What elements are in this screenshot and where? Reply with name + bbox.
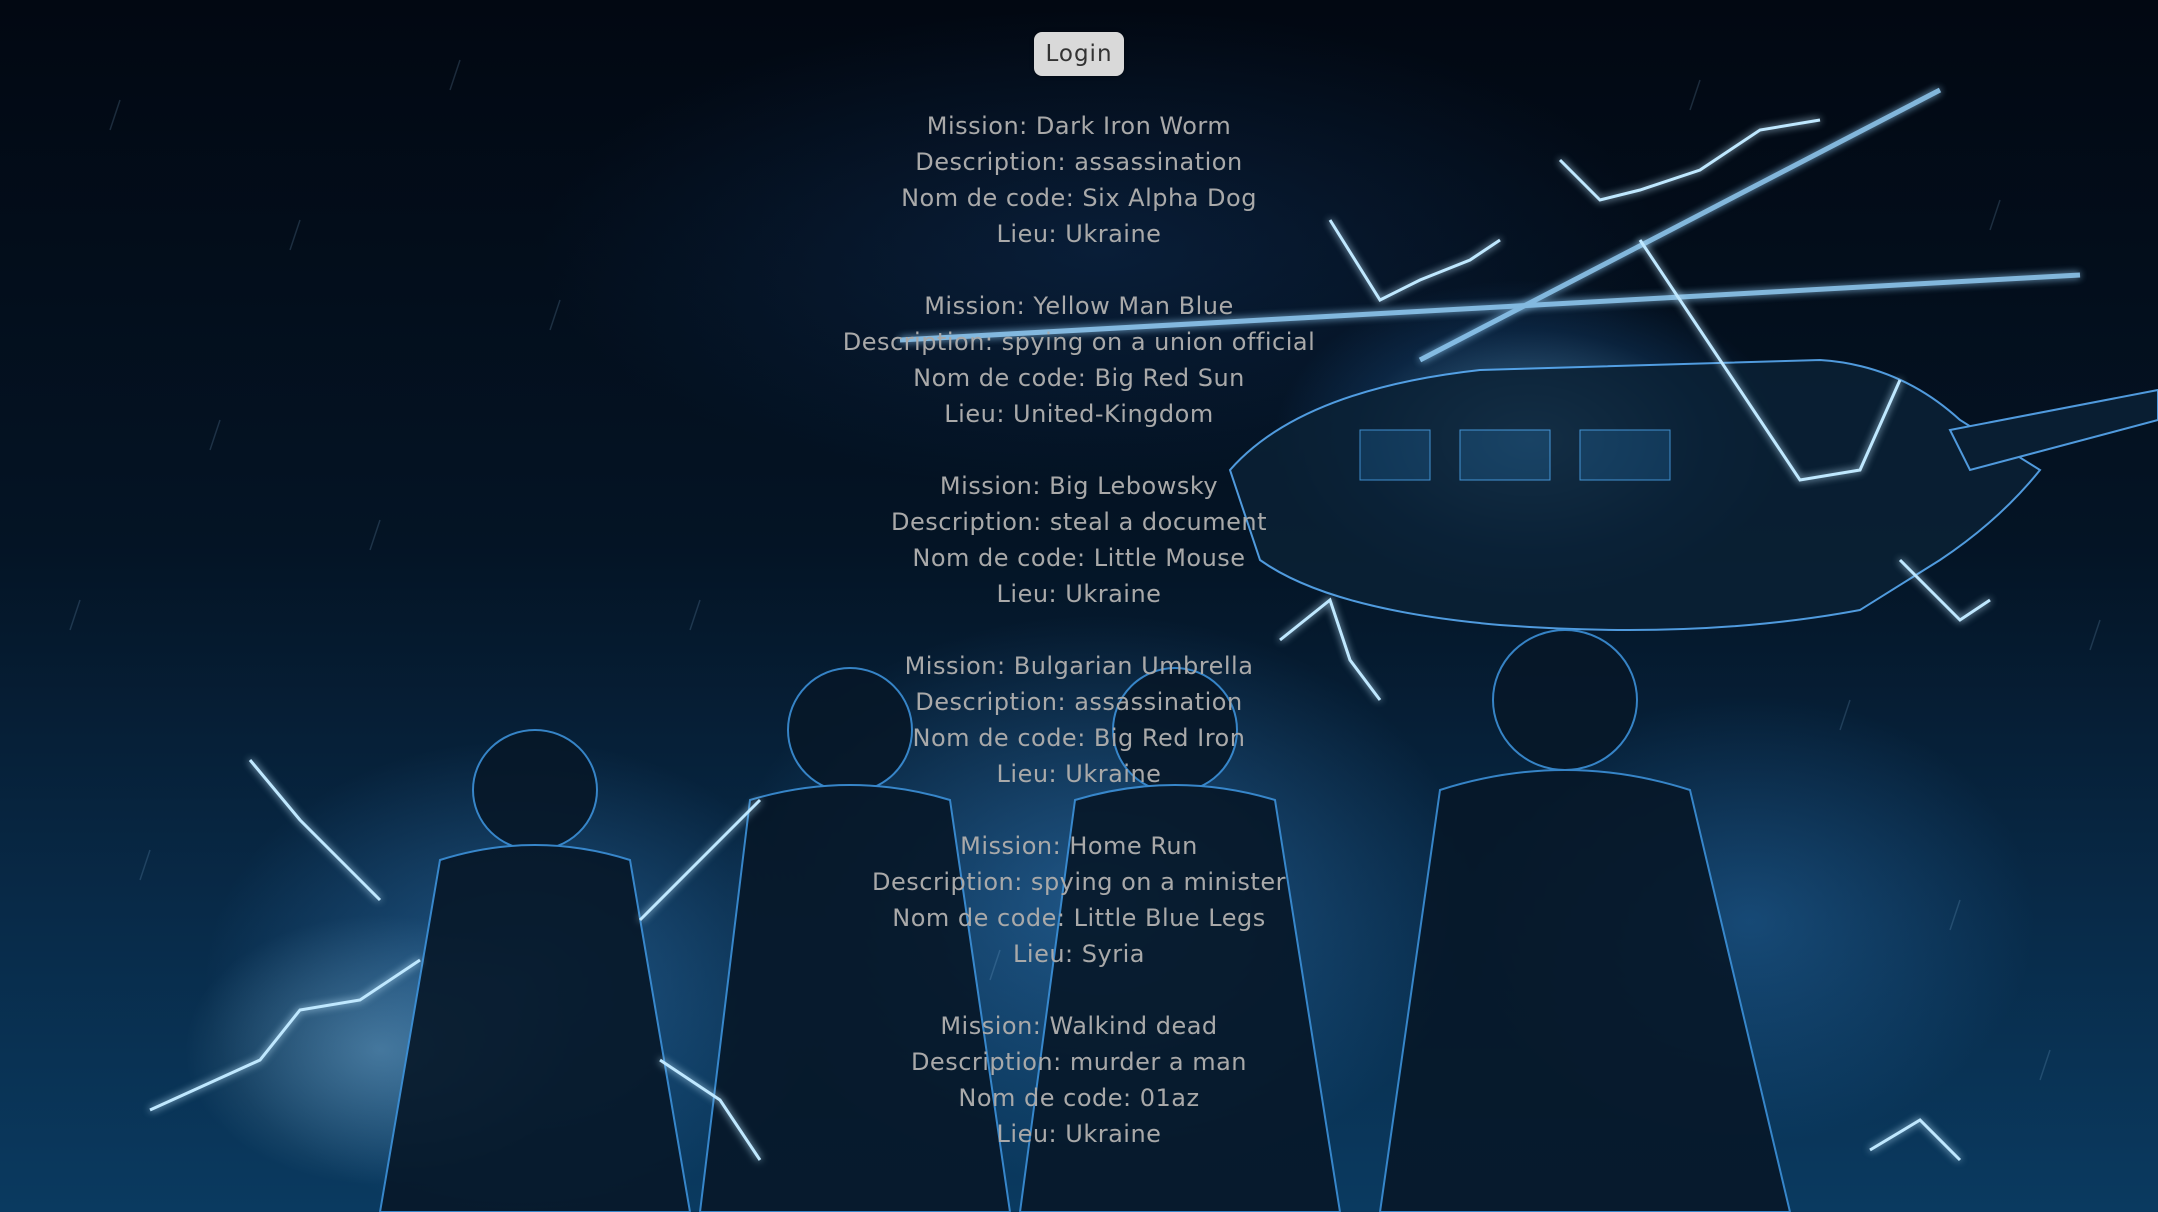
mission-description: Description: steal a document [890,508,1267,536]
mission-location: Lieu: Ukraine [996,760,1162,788]
mission-location: Lieu: Ukraine [996,220,1162,248]
mission-location: Lieu: Syria [1013,940,1145,968]
mission-item: Mission: Bulgarian Umbrella Description:… [0,648,2158,792]
mission-name: Mission: Walkind dead [940,1012,1218,1040]
mission-description: Description: spying on a minister [872,868,1286,896]
mission-item: Mission: Dark Iron Worm Description: ass… [0,108,2158,252]
mission-location: Lieu: United-Kingdom [944,400,1214,428]
mission-item: Mission: Big Lebowsky Description: steal… [0,468,2158,612]
mission-list: Mission: Dark Iron Worm Description: ass… [0,108,2158,1188]
mission-item: Mission: Yellow Man Blue Description: sp… [0,288,2158,432]
mission-location: Lieu: Ukraine [996,1120,1162,1148]
mission-description: Description: assassination [915,688,1243,716]
mission-codename: Nom de code: Six Alpha Dog [901,184,1257,212]
mission-item: Mission: Walkind dead Description: murde… [0,1008,2158,1152]
mission-item: Mission: Home Run Description: spying on… [0,828,2158,972]
mission-name: Mission: Yellow Man Blue [924,292,1234,320]
mission-codename: Nom de code: Big Red Sun [913,364,1245,392]
main-content: Login Mission: Dark Iron Worm Descriptio… [0,0,2158,1212]
mission-codename: Nom de code: Big Red Iron [912,724,1246,752]
mission-name: Mission: Bulgarian Umbrella [904,652,1254,680]
mission-codename: Nom de code: 01az [958,1084,1200,1112]
mission-codename: Nom de code: Little Blue Legs [892,904,1266,932]
mission-name: Mission: Home Run [960,832,1198,860]
login-button[interactable]: Login [1034,32,1124,76]
mission-description: Description: murder a man [910,1048,1248,1076]
mission-codename: Nom de code: Little Mouse [912,544,1246,572]
mission-location: Lieu: Ukraine [996,580,1162,608]
mission-name: Mission: Dark Iron Worm [926,112,1232,140]
mission-description: Description: spying on a union official [842,328,1316,356]
mission-name: Mission: Big Lebowsky [939,472,1219,500]
mission-description: Description: assassination [915,148,1243,176]
